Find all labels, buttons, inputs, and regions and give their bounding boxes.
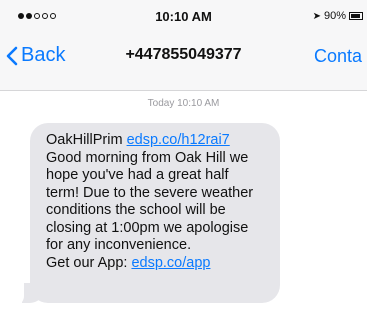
status-right: ➤ 90% bbox=[313, 10, 363, 22]
message-line: for any inconvenience. bbox=[46, 237, 192, 253]
app-link[interactable]: edsp.co/app bbox=[131, 255, 210, 271]
top-bar: 10:10 AM ➤ 90% Back +447855049377 Conta bbox=[0, 0, 367, 91]
message-line: OakHillPrim edsp.co/h12rai7 bbox=[46, 132, 270, 150]
message-line: Good morning from Oak Hill we bbox=[46, 149, 249, 166]
message-line: closing at 1:00pm we apologise bbox=[46, 219, 249, 236]
sender-name: OakHillPrim bbox=[46, 132, 127, 148]
contact-button[interactable]: Conta bbox=[314, 46, 362, 67]
message-timestamp: Today 10:10 AM bbox=[147, 98, 220, 109]
app-prompt: Get our App: bbox=[46, 254, 132, 271]
battery-icon bbox=[349, 12, 363, 20]
message-line: hope you've had a great half bbox=[46, 167, 229, 183]
message-line: Get our App: edsp.co/app bbox=[46, 255, 270, 273]
message-line: conditions the school will be bbox=[46, 202, 226, 218]
conversation-title: +447855049377 bbox=[125, 46, 242, 63]
battery-percentage: 90% bbox=[323, 10, 346, 22]
message-link[interactable]: edsp.co/h12rai7 bbox=[127, 132, 230, 148]
status-bar: 10:10 AM ➤ 90% bbox=[0, 8, 367, 26]
location-arrow-icon: ➤ bbox=[312, 10, 321, 22]
received-message-bubble[interactable]: OakHillPrim edsp.co/h12rai7 Good morning… bbox=[30, 123, 280, 303]
message-line: term! Due to the severe weather bbox=[46, 184, 254, 201]
navigation-bar: Back +447855049377 Conta bbox=[0, 42, 367, 74]
